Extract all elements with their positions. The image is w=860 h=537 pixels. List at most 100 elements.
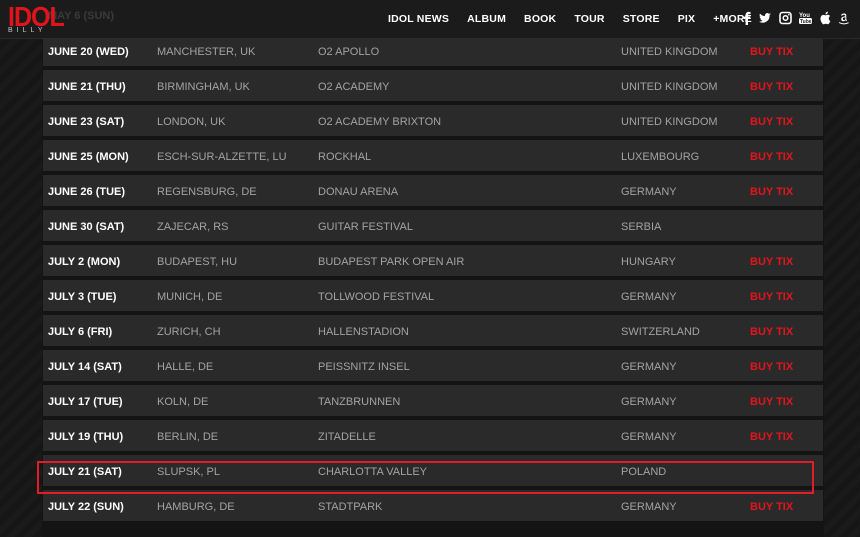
tour-country: LUXEMBOURG bbox=[621, 151, 700, 163]
tour-row: JULY 22 (SUN) HAMBURG, DE STADTPARK GERMANY… bbox=[43, 490, 823, 525]
tour-row: JULY 3 (TUE) MUNICH, DE TOLLWOOD FESTIVAL G… bbox=[43, 280, 823, 315]
svg-text:Tube: Tube bbox=[800, 19, 812, 25]
tour-country: HUNGARY bbox=[621, 256, 676, 268]
buy-tix-link[interactable]: BUY TIX bbox=[750, 501, 793, 513]
tour-venue: PEISSNITZ INSEL bbox=[318, 361, 410, 373]
tour-country: GERMANY bbox=[621, 361, 677, 373]
tour-venue: STADTPARK bbox=[318, 501, 383, 513]
tour-venue: ROCKHAL bbox=[318, 151, 372, 163]
tour-country: SWITZERLAND bbox=[621, 326, 700, 338]
buy-tix-link[interactable]: BUY TIX bbox=[750, 81, 793, 93]
tour-country: GERMANY bbox=[621, 501, 677, 513]
facebook-icon[interactable] bbox=[742, 11, 751, 25]
nav-album[interactable]: ALBUM bbox=[467, 13, 506, 25]
amazon-icon[interactable] bbox=[838, 11, 850, 25]
tour-country: GERMANY bbox=[621, 186, 677, 198]
tour-venue: HALLENSTADION bbox=[318, 326, 409, 338]
tour-city: REGENSBURG, DE bbox=[157, 186, 257, 198]
tour-venue: TOLLWOOD FESTIVAL bbox=[318, 291, 435, 303]
tour-row: JUNE 23 (SAT) LONDON, UK O2 ACADEMY BRIXTO… bbox=[43, 105, 823, 140]
buy-tix-link[interactable]: BUY TIX bbox=[750, 396, 793, 408]
tour-row: JUNE 20 (WED) MANCHESTER, UK O2 APOLLO UNIT… bbox=[43, 35, 823, 70]
buy-tix-link[interactable]: BUY TIX bbox=[750, 186, 793, 198]
tour-row: JULY 21 (SAT) SLUPSK, PL CHARLOTTA VALLEY P… bbox=[43, 455, 823, 490]
tour-venue: GUITAR FESTIVAL bbox=[318, 221, 413, 233]
nav-tour[interactable]: TOUR bbox=[574, 13, 604, 25]
buy-tix-link[interactable]: BUY TIX bbox=[750, 256, 793, 268]
tour-date: JULY 22 (SUN) bbox=[48, 501, 124, 513]
tour-venue: ZITADELLE bbox=[318, 431, 376, 443]
tour-date: JULY 14 (SAT) bbox=[48, 361, 122, 373]
nav-book[interactable]: BOOK bbox=[524, 13, 556, 25]
background-texture-left bbox=[0, 0, 42, 537]
social-links: You Tube bbox=[742, 11, 850, 25]
main-nav: IDOL NEWS ALBUM BOOK TOUR STORE PIX +MOR… bbox=[388, 13, 770, 25]
tour-row: JUNE 25 (MON) ESCH-SUR-ALZETTE, LU ROCKHAL… bbox=[43, 140, 823, 175]
youtube-icon[interactable]: YouTube bbox=[799, 11, 812, 25]
tour-row: JUNE 30 (SAT) ZAJECAR, RS GUITAR FESTIVAL S… bbox=[43, 210, 823, 245]
tour-dates-table: JUNE 20 (WED) MANCHESTER, UK O2 APOLLO UNIT… bbox=[43, 35, 823, 525]
tour-venue: CHARLOTTA VALLEY bbox=[318, 466, 428, 478]
tour-date: JULY 19 (THU) bbox=[48, 431, 124, 443]
tour-city: HALLE, DE bbox=[157, 361, 214, 373]
tour-country: GERMANY bbox=[621, 396, 677, 408]
tour-city: LONDON, UK bbox=[157, 116, 226, 128]
tour-country: POLAND bbox=[621, 466, 667, 478]
tour-date: JULY 17 (TUE) bbox=[48, 396, 123, 408]
buy-tix-link[interactable]: BUY TIX bbox=[750, 291, 793, 303]
tour-date: JUNE 20 (WED) bbox=[48, 46, 129, 58]
tour-country: UNITED KINGDOM bbox=[621, 116, 718, 128]
logo-word: IDOL bbox=[8, 1, 65, 33]
apple-icon[interactable] bbox=[819, 11, 831, 25]
nav-store[interactable]: STORE bbox=[623, 13, 660, 25]
tour-row: JUNE 26 (TUE) REGENSBURG, DE DONAU ARENA GE… bbox=[43, 175, 823, 210]
tour-venue: BUDAPEST PARK OPEN AIR bbox=[318, 256, 465, 268]
buy-tix-link[interactable]: BUY TIX bbox=[750, 46, 793, 58]
nav-idol-news[interactable]: IDOL NEWS bbox=[388, 13, 449, 25]
tour-date: JULY 6 (FRI) bbox=[48, 326, 113, 338]
tour-row: JULY 14 (SAT) HALLE, DE PEISSNITZ INSEL GER… bbox=[43, 350, 823, 385]
tour-date: JUNE 30 (SAT) bbox=[48, 221, 125, 233]
nav-pix[interactable]: PIX bbox=[678, 13, 696, 25]
tour-date: JULY 2 (MON) bbox=[48, 256, 121, 268]
billy-idol-logo[interactable]: IDOL BILLY bbox=[8, 1, 65, 35]
tour-date: JUNE 25 (MON) bbox=[48, 151, 129, 163]
tour-venue: TANZBRUNNEN bbox=[318, 396, 401, 408]
tour-city: MANCHESTER, UK bbox=[157, 46, 256, 58]
tour-country: SERBIA bbox=[621, 221, 662, 233]
buy-tix-link[interactable]: BUY TIX bbox=[750, 151, 793, 163]
tour-date: JULY 3 (TUE) bbox=[48, 291, 117, 303]
tour-city: KOLN, DE bbox=[157, 396, 209, 408]
tour-city: ZAJECAR, RS bbox=[157, 221, 229, 233]
tour-venue: O2 APOLLO bbox=[318, 46, 380, 58]
buy-tix-link[interactable]: BUY TIX bbox=[750, 361, 793, 373]
tour-city: BUDAPEST, HU bbox=[157, 256, 238, 268]
tour-city: SLUPSK, PL bbox=[157, 466, 220, 478]
faded-previous-row: MAY 6 (SUN) bbox=[48, 10, 209, 22]
tour-row: JULY 17 (TUE) KOLN, DE TANZBRUNNEN GERMANY B… bbox=[43, 385, 823, 420]
tour-date: JUNE 23 (SAT) bbox=[48, 116, 125, 128]
tour-city: BERLIN, DE bbox=[157, 431, 219, 443]
buy-tix-link[interactable]: BUY TIX bbox=[750, 116, 793, 128]
background-texture-right bbox=[824, 0, 860, 537]
tour-city: BIRMINGHAM, UK bbox=[157, 81, 250, 93]
tour-row: JULY 6 (FRI) ZURICH, CH HALLENSTADION SWITZ… bbox=[43, 315, 823, 350]
tour-venue: O2 ACADEMY bbox=[318, 81, 390, 93]
tour-row: JULY 2 (MON) BUDAPEST, HU BUDAPEST PARK OP… bbox=[43, 245, 823, 280]
buy-tix-link[interactable]: BUY TIX bbox=[750, 326, 793, 338]
tour-venue: DONAU ARENA bbox=[318, 186, 399, 198]
tour-country: UNITED KINGDOM bbox=[621, 81, 718, 93]
instagram-icon[interactable] bbox=[779, 11, 792, 25]
site-header: MAY 6 (SUN) IDOL BILLY IDOL NEWS ALBUM B… bbox=[0, 0, 860, 39]
tour-country: GERMANY bbox=[621, 291, 677, 303]
tour-venue: O2 ACADEMY BRIXTON bbox=[318, 116, 442, 128]
tour-city: HAMBURG, DE bbox=[157, 501, 235, 513]
tour-city: ESCH-SUR-ALZETTE, LU bbox=[157, 151, 287, 163]
tour-date: JUNE 26 (TUE) bbox=[48, 186, 126, 198]
twitter-icon[interactable] bbox=[758, 11, 772, 25]
tour-row: JUNE 21 (THU) BIRMINGHAM, UK O2 ACADEMY UNI… bbox=[43, 70, 823, 105]
tour-country: GERMANY bbox=[621, 431, 677, 443]
tour-country: UNITED KINGDOM bbox=[621, 46, 718, 58]
buy-tix-link[interactable]: BUY TIX bbox=[750, 431, 793, 443]
tour-city: ZURICH, CH bbox=[157, 326, 221, 338]
